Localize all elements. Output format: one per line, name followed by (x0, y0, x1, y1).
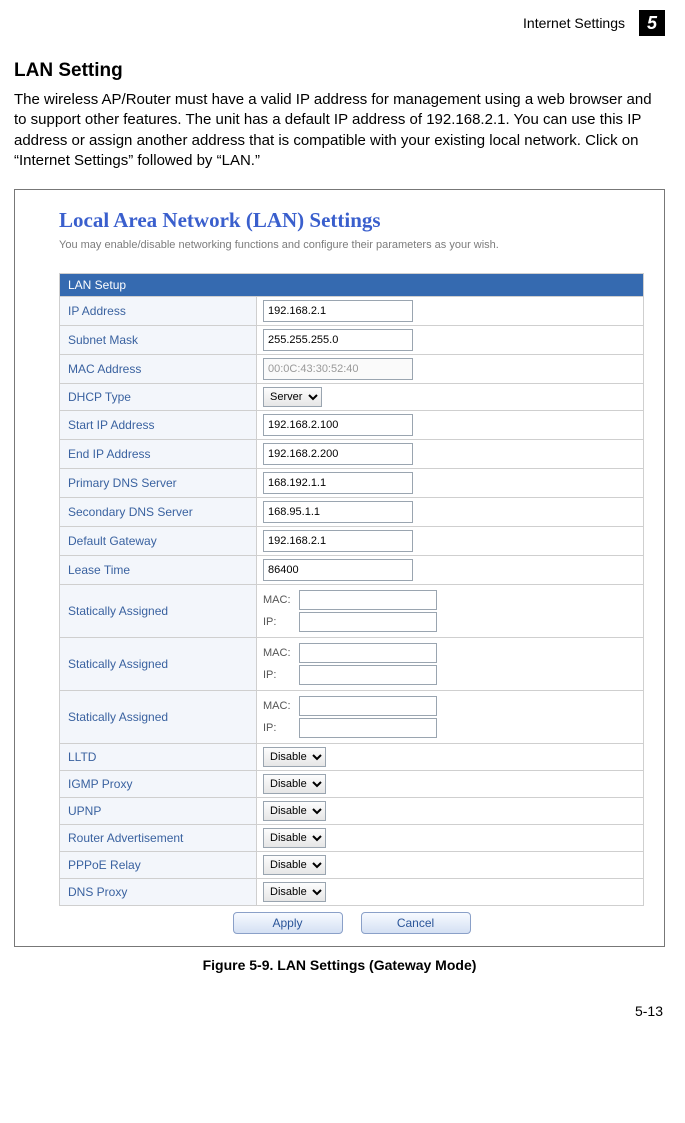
input-end-ip[interactable] (263, 443, 413, 465)
select-radv[interactable]: Disable (263, 828, 326, 848)
label-static-1: Statically Assigned (60, 585, 257, 638)
chapter-number-box: 5 (639, 10, 665, 36)
label-upnp: UPNP (60, 798, 257, 825)
label-dhcp-type: DHCP Type (60, 384, 257, 411)
static2-mac-label: MAC: (263, 647, 295, 659)
input-primary-dns[interactable] (263, 472, 413, 494)
table-header: LAN Setup (60, 274, 644, 297)
static3-mac-input[interactable] (299, 696, 437, 716)
static3-ip-input[interactable] (299, 718, 437, 738)
chapter-number: 5 (647, 13, 657, 34)
heading-lan-setting: LAN Setting (14, 60, 665, 82)
input-secondary-dns[interactable] (263, 501, 413, 523)
input-ip-address[interactable] (263, 300, 413, 322)
apply-button[interactable]: Apply (233, 912, 343, 934)
static2-ip-input[interactable] (299, 665, 437, 685)
label-static-2: Statically Assigned (60, 638, 257, 691)
static1-ip-input[interactable] (299, 612, 437, 632)
figure-caption: Figure 5-9. LAN Settings (Gateway Mode) (14, 957, 665, 973)
label-lltd: LLTD (60, 744, 257, 771)
input-subnet-mask[interactable] (263, 329, 413, 351)
label-end-ip: End IP Address (60, 440, 257, 469)
static3-ip-label: IP: (263, 722, 295, 734)
label-static-3: Statically Assigned (60, 691, 257, 744)
label-lease: Lease Time (60, 556, 257, 585)
panel-title: Local Area Network (LAN) Settings (59, 208, 644, 233)
panel-subtitle: You may enable/disable networking functi… (59, 239, 644, 251)
label-mac-address: MAC Address (60, 355, 257, 384)
label-primary-dns: Primary DNS Server (60, 469, 257, 498)
label-ip-address: IP Address (60, 297, 257, 326)
static1-mac-label: MAC: (263, 594, 295, 606)
static1-mac-input[interactable] (299, 590, 437, 610)
label-igmp: IGMP Proxy (60, 771, 257, 798)
page-number: 5-13 (14, 1003, 665, 1019)
input-gateway[interactable] (263, 530, 413, 552)
lan-setup-table: LAN Setup IP Address Subnet Mask MAC Add… (59, 273, 644, 906)
section-title: Internet Settings (523, 15, 625, 31)
select-lltd[interactable]: Disable (263, 747, 326, 767)
select-igmp[interactable]: Disable (263, 774, 326, 794)
figure-frame: Local Area Network (LAN) Settings You ma… (14, 189, 665, 947)
label-start-ip: Start IP Address (60, 411, 257, 440)
label-subnet-mask: Subnet Mask (60, 326, 257, 355)
select-dnsproxy[interactable]: Disable (263, 882, 326, 902)
cancel-button[interactable]: Cancel (361, 912, 471, 934)
input-lease[interactable] (263, 559, 413, 581)
input-mac-address (263, 358, 413, 380)
label-dnsproxy: DNS Proxy (60, 879, 257, 906)
select-pppoe[interactable]: Disable (263, 855, 326, 875)
label-gateway: Default Gateway (60, 527, 257, 556)
static3-mac-label: MAC: (263, 700, 295, 712)
input-start-ip[interactable] (263, 414, 413, 436)
static2-mac-input[interactable] (299, 643, 437, 663)
label-secondary-dns: Secondary DNS Server (60, 498, 257, 527)
static1-ip-label: IP: (263, 616, 295, 628)
select-dhcp-type[interactable]: Server (263, 387, 322, 407)
label-pppoe: PPPoE Relay (60, 852, 257, 879)
static2-ip-label: IP: (263, 669, 295, 681)
select-upnp[interactable]: Disable (263, 801, 326, 821)
label-radv: Router Advertisement (60, 825, 257, 852)
page-header: Internet Settings 5 (14, 10, 665, 40)
intro-text: The wireless AP/Router must have a valid… (14, 90, 665, 171)
